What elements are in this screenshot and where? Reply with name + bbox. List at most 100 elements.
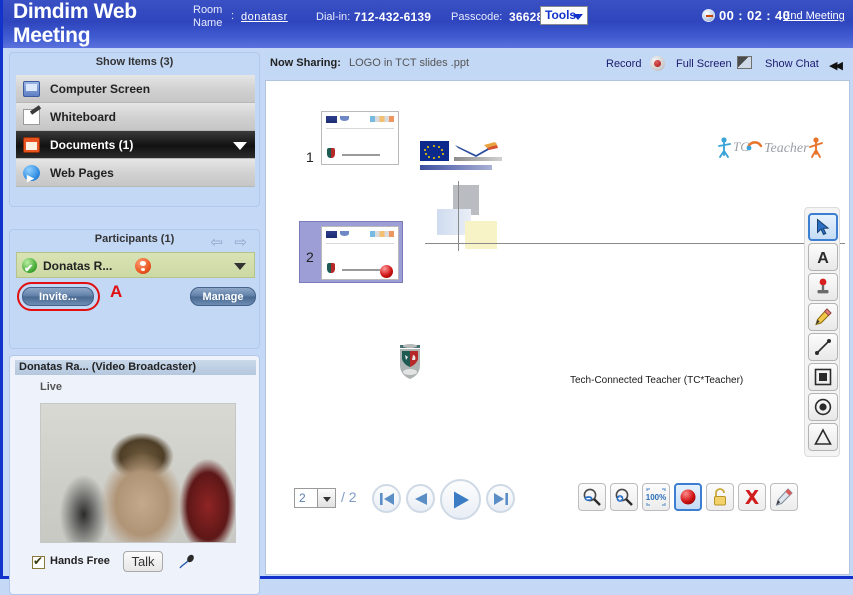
room-name-value[interactable]: donatasr	[241, 11, 288, 23]
stamp-tool[interactable]	[808, 273, 838, 301]
university-crest-icon	[400, 344, 420, 379]
page-total-label: / 2	[341, 489, 357, 505]
red-dot-annotation	[380, 265, 393, 278]
svg-text:TC: TC	[733, 139, 749, 154]
fullscreen-button-label[interactable]: Full Screen	[676, 58, 732, 70]
sidebar-item-documents[interactable]: Documents (1)	[16, 131, 255, 159]
bottom-tool-strip: 100%	[578, 483, 802, 511]
sidebar-item-label: Computer Screen	[50, 82, 151, 96]
eu-logo-caption-lower	[420, 165, 492, 170]
fullscreen-icon[interactable]	[737, 56, 752, 69]
web-pages-icon	[23, 164, 40, 192]
show-chat-button-label[interactable]: Show Chat	[765, 58, 819, 70]
presentation-stage: 1 2 TC Teacher Tech-Connected Teacher (T…	[265, 80, 850, 575]
pencil-tool[interactable]	[808, 303, 838, 331]
thumbnail-number: 1	[306, 149, 314, 165]
line-tool[interactable]	[808, 333, 838, 361]
slide-canvas[interactable]: 1 2 TC Teacher Tech-Connected Teacher (T…	[270, 85, 845, 470]
swoosh-icon	[455, 142, 498, 157]
record-dot-icon	[680, 489, 696, 505]
thumbnail-number: 2	[306, 249, 314, 265]
hands-free-label: Hands Free	[50, 555, 110, 567]
app-title: Dimdim Web Meeting	[13, 0, 137, 47]
left-sidebar: Show Items (3) Computer Screen Whiteboar…	[3, 48, 265, 595]
eu-logo-caption-upper	[454, 157, 502, 161]
participant-row[interactable]: Donatas R...	[16, 252, 255, 282]
lock-tool[interactable]	[706, 483, 734, 511]
zoom-100-tool[interactable]: 100%	[642, 483, 670, 511]
sidebar-item-computer-screen[interactable]: Computer Screen	[16, 75, 255, 103]
now-sharing-value: LOGO in TCT slides .ppt	[349, 57, 470, 69]
tools-button-label: Tools	[545, 8, 577, 22]
invite-button[interactable]: Invite...	[22, 287, 94, 306]
video-broadcaster-panel: Donatas Ra... (Video Broadcaster) Live H…	[9, 355, 260, 595]
monitor-icon	[23, 81, 40, 97]
hands-free-checkbox[interactable]	[32, 554, 45, 569]
page-number-select[interactable]: 2	[294, 488, 318, 508]
tct-teacher-logo: TC Teacher	[718, 137, 823, 158]
clock-icon	[702, 9, 715, 22]
slide-navigation-bar: 2 / 2 100%	[270, 479, 845, 525]
participants-panel: Participants (1) ⇦ ⇨ Donatas R... Invite…	[9, 229, 260, 349]
talk-button[interactable]: Talk	[123, 551, 163, 572]
first-slide-button[interactable]	[372, 484, 401, 513]
manage-button[interactable]: Manage	[190, 287, 256, 306]
annotate-tool[interactable]	[770, 483, 798, 511]
dialin-label: Dial-in:	[316, 11, 351, 23]
svg-text:Teacher: Teacher	[764, 141, 809, 156]
record-icon[interactable]	[650, 56, 665, 71]
avatar-icon	[135, 258, 151, 274]
record-button-label[interactable]: Record	[606, 58, 641, 70]
triangle-tool[interactable]	[808, 423, 838, 451]
annotation-label-a: A	[110, 282, 123, 301]
video-panel-title: Donatas Ra... (Video Broadcaster)	[15, 360, 256, 375]
pointer-tool[interactable]	[808, 213, 838, 241]
status-ok-icon	[22, 256, 37, 282]
previous-slide-button[interactable]	[406, 484, 435, 513]
show-items-list: Computer Screen Whiteboard Documents (1)…	[16, 75, 255, 192]
documents-icon	[23, 137, 40, 153]
eu-lifelong-learning-logo	[420, 141, 502, 175]
participants-prev-arrow-icon[interactable]: ⇦	[210, 233, 223, 251]
thumbnail-image	[321, 111, 399, 165]
show-items-panel: Show Items (3) Computer Screen Whiteboar…	[9, 52, 260, 207]
participant-name: Donatas R...	[43, 259, 113, 273]
zoom-out-tool[interactable]	[578, 483, 606, 511]
show-items-title: Show Items (3)	[95, 56, 174, 68]
zoom-100-label: 100%	[646, 493, 666, 502]
chevron-down-icon[interactable]	[318, 488, 336, 508]
room-name-label: Room Name	[193, 4, 223, 29]
video-live-label: Live	[40, 381, 63, 393]
circle-tool[interactable]	[808, 393, 838, 421]
chevron-down-icon	[573, 14, 583, 20]
sidebar-item-label: Whiteboard	[50, 110, 116, 124]
microphone-icon[interactable]	[178, 554, 196, 570]
record-tool[interactable]	[674, 483, 702, 511]
chevron-down-icon[interactable]	[234, 263, 246, 270]
drawing-tool-palette: A	[804, 207, 840, 457]
sidebar-item-label: Documents (1)	[50, 138, 134, 152]
now-sharing-label: Now Sharing:	[270, 57, 341, 69]
app-header: Dimdim Web Meeting Room Name : donatasr …	[3, 0, 853, 48]
delete-tool[interactable]	[738, 483, 766, 511]
sidebar-item-web-pages[interactable]: Web Pages	[16, 159, 255, 192]
slide-decoration	[425, 181, 845, 251]
text-tool[interactable]: A	[808, 243, 838, 271]
meeting-timer: 00 : 02 : 40	[719, 8, 791, 23]
zoom-in-tool[interactable]	[610, 483, 638, 511]
video-feed	[40, 403, 236, 543]
chevron-down-icon	[233, 142, 247, 150]
next-slide-play-button[interactable]	[440, 479, 481, 520]
slide-caption: Tech-Connected Teacher (TC*Teacher)	[570, 375, 744, 386]
sidebar-item-whiteboard[interactable]: Whiteboard	[16, 103, 255, 131]
main-content: Now Sharing: LOGO in TCT slides .ppt Rec…	[265, 48, 853, 579]
sidebar-item-label: Web Pages	[50, 166, 114, 180]
participants-next-arrow-icon[interactable]: ⇨	[234, 233, 247, 251]
last-slide-button[interactable]	[486, 484, 515, 513]
eu-flag-icon	[420, 141, 449, 161]
tools-button[interactable]: Tools	[540, 6, 588, 25]
now-sharing-bar: Now Sharing: LOGO in TCT slides .ppt Rec…	[265, 52, 850, 76]
rectangle-tool[interactable]	[808, 363, 838, 391]
chevron-double-left-icon[interactable]: ◀◀	[829, 59, 843, 72]
end-meeting-link[interactable]: End Meeting	[783, 10, 845, 22]
